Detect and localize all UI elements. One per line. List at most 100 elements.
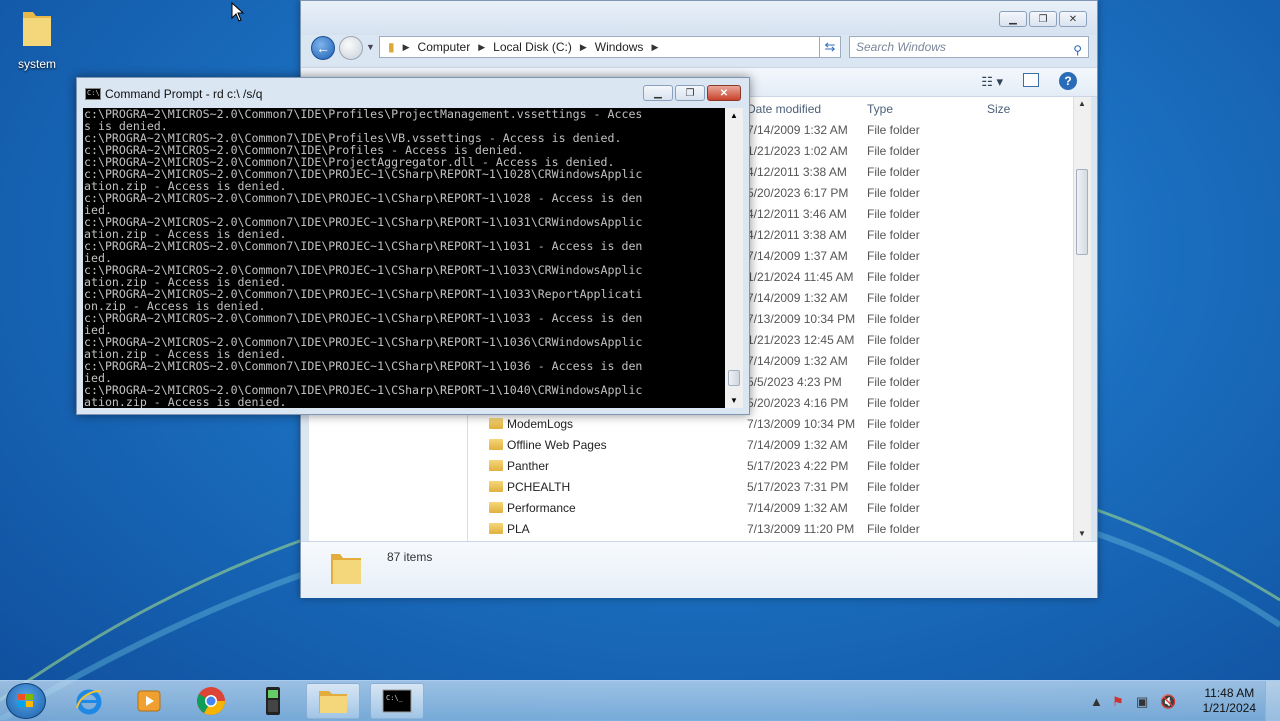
list-item[interactable]: Offline Web Pages 7/14/2009 1:32 AM File f… [469,434,1077,455]
file-date-modified: 4/12/2011 3:38 AM [747,228,847,242]
folder-icon [489,460,503,471]
file-type: File folder [867,291,920,305]
file-type: File folder [867,396,920,410]
file-type: File folder [867,186,920,200]
clock-date: 1/21/2024 [1202,701,1256,715]
column-size[interactable]: Size [987,102,1010,116]
list-item[interactable]: Performance 7/14/2009 1:32 AM File folder [469,497,1077,518]
phone-icon [266,687,280,715]
explorer-title-bar[interactable]: ▁ ❐ ✕ [301,1,1097,35]
maximize-button[interactable]: ❐ [675,85,705,101]
change-view-button[interactable]: ☷ ▾ [981,74,1003,90]
folder-icon [319,691,347,713]
console-scrollbar[interactable]: ▲ ▼ [725,108,743,408]
file-list-scrollbar[interactable]: ▲ ▼ [1073,97,1091,541]
taskbar-media-player[interactable] [122,683,176,719]
search-placeholder: Search Windows [856,40,946,54]
taskbar-command-prompt[interactable]: C:\_ [370,683,424,719]
file-date-modified: 5/5/2023 4:23 PM [747,375,842,389]
file-name: Panther [507,459,550,473]
file-type: File folder [867,501,920,515]
file-type: File folder [867,354,920,368]
internet-explorer-icon [76,689,102,715]
file-type: File folder [867,165,920,179]
taskbar-internet-explorer[interactable] [62,683,116,719]
file-date-modified: 5/20/2023 6:17 PM [747,186,849,200]
folder-icon [489,481,503,492]
file-date-modified: 7/14/2009 1:32 AM [747,123,848,137]
file-type: File folder [867,144,920,158]
file-date-modified: 1/21/2023 1:02 AM [747,144,848,158]
recent-pages-dropdown[interactable]: ▼ [366,42,375,52]
search-input[interactable]: Search Windows ⚲ [849,36,1089,58]
file-date-modified: 5/17/2023 4:22 PM [747,459,849,473]
show-desktop-button[interactable] [1265,681,1280,721]
scroll-down-icon[interactable]: ▼ [1078,529,1086,538]
list-item[interactable]: ModemLogs 7/13/2009 10:34 PM File folder [469,413,1077,434]
file-date-modified: 7/13/2009 10:34 PM [747,312,856,326]
item-count: 87 items [387,550,433,564]
scrollbar-thumb[interactable] [728,370,740,386]
breadcrumb-local-disk[interactable]: Local Disk (C:) [493,40,572,54]
show-hidden-icons-icon[interactable]: ▲ [1090,694,1103,709]
cmd-title-bar[interactable]: C:\ Command Prompt - rd c:\ /s/q ▁ ❐ ✕ [77,78,749,108]
preview-pane-button[interactable] [1023,73,1039,87]
folder-icon [489,418,503,429]
volume-muted-icon[interactable]: 🔇 [1160,694,1176,710]
column-type[interactable]: Type [867,102,893,116]
action-center-icon[interactable]: ⚑ [1112,694,1124,710]
column-date-modified[interactable]: Date modified [747,102,821,116]
clock[interactable]: 11:48 AM 1/21/2024 [1203,686,1256,716]
media-player-icon [137,690,161,712]
taskbar-device-app[interactable] [246,683,300,719]
list-item[interactable]: Panther 5/17/2023 4:22 PM File folder [469,455,1077,476]
start-button[interactable] [6,683,46,719]
close-button[interactable]: ✕ [1059,11,1087,27]
arrow-left-icon: ← [316,40,330,56]
minimize-button[interactable]: ▁ [643,85,673,101]
scroll-up-icon[interactable]: ▲ [1078,99,1086,108]
console-output[interactable]: c:\PROGRA~2\MICROS~2.0\Common7\IDE\Profi… [83,108,725,408]
chevron-right-icon[interactable]: ▶ [478,42,485,53]
scroll-down-icon[interactable]: ▼ [730,396,738,405]
chevron-right-icon[interactable]: ▶ [403,42,410,53]
file-type: File folder [867,207,920,221]
file-date-modified: 4/12/2011 3:46 AM [747,207,847,221]
network-icon[interactable]: ▣ [1136,694,1148,710]
breadcrumb-computer[interactable]: Computer [418,40,471,54]
file-type: File folder [867,333,920,347]
forward-button[interactable] [339,36,363,60]
taskbar-chrome[interactable] [184,683,238,719]
help-button[interactable]: ? [1059,72,1077,90]
file-name: Performance [507,501,576,515]
folder-icon [489,502,503,513]
scrollbar-thumb[interactable] [1076,169,1088,255]
scroll-up-icon[interactable]: ▲ [730,111,738,120]
minimize-button[interactable]: ▁ [999,11,1027,27]
clock-time: 11:48 AM [1204,686,1255,700]
folder-icon [489,523,503,534]
list-item[interactable]: PLA 7/13/2009 11:20 PM File folder [469,518,1077,539]
close-button[interactable]: ✕ [707,85,741,101]
back-button[interactable]: ← [311,36,335,60]
breadcrumb-windows[interactable]: Windows [595,40,644,54]
file-date-modified: 5/17/2023 7:31 PM [747,480,849,494]
file-date-modified: 4/12/2011 3:38 AM [747,165,847,179]
file-type: File folder [867,312,920,326]
details-pane: 87 items [301,541,1097,598]
desktop-icon-system[interactable]: system [8,8,66,71]
address-bar[interactable]: ▮ ▶ Computer ▶ Local Disk (C:) ▶ Windows… [379,36,835,58]
list-item[interactable]: PCHEALTH 5/17/2023 7:31 PM File folder [469,476,1077,497]
chevron-right-icon[interactable]: ▶ [651,42,658,53]
file-date-modified: 7/14/2009 1:37 AM [747,249,848,263]
chevron-right-icon[interactable]: ▶ [580,42,587,53]
maximize-button[interactable]: ❐ [1029,11,1057,27]
file-date-modified: 1/21/2024 11:45 AM [747,270,854,284]
cmd-caption-buttons: ▁ ❐ ✕ [643,85,741,101]
file-date-modified: 1/21/2023 12:45 AM [747,333,855,347]
refresh-button[interactable]: ⇆ [819,36,841,58]
svg-text:C:\_: C:\_ [386,694,404,702]
search-icon[interactable]: ⚲ [1073,40,1082,60]
taskbar-explorer[interactable] [306,683,360,719]
cmd-icon: C:\ [85,88,101,100]
